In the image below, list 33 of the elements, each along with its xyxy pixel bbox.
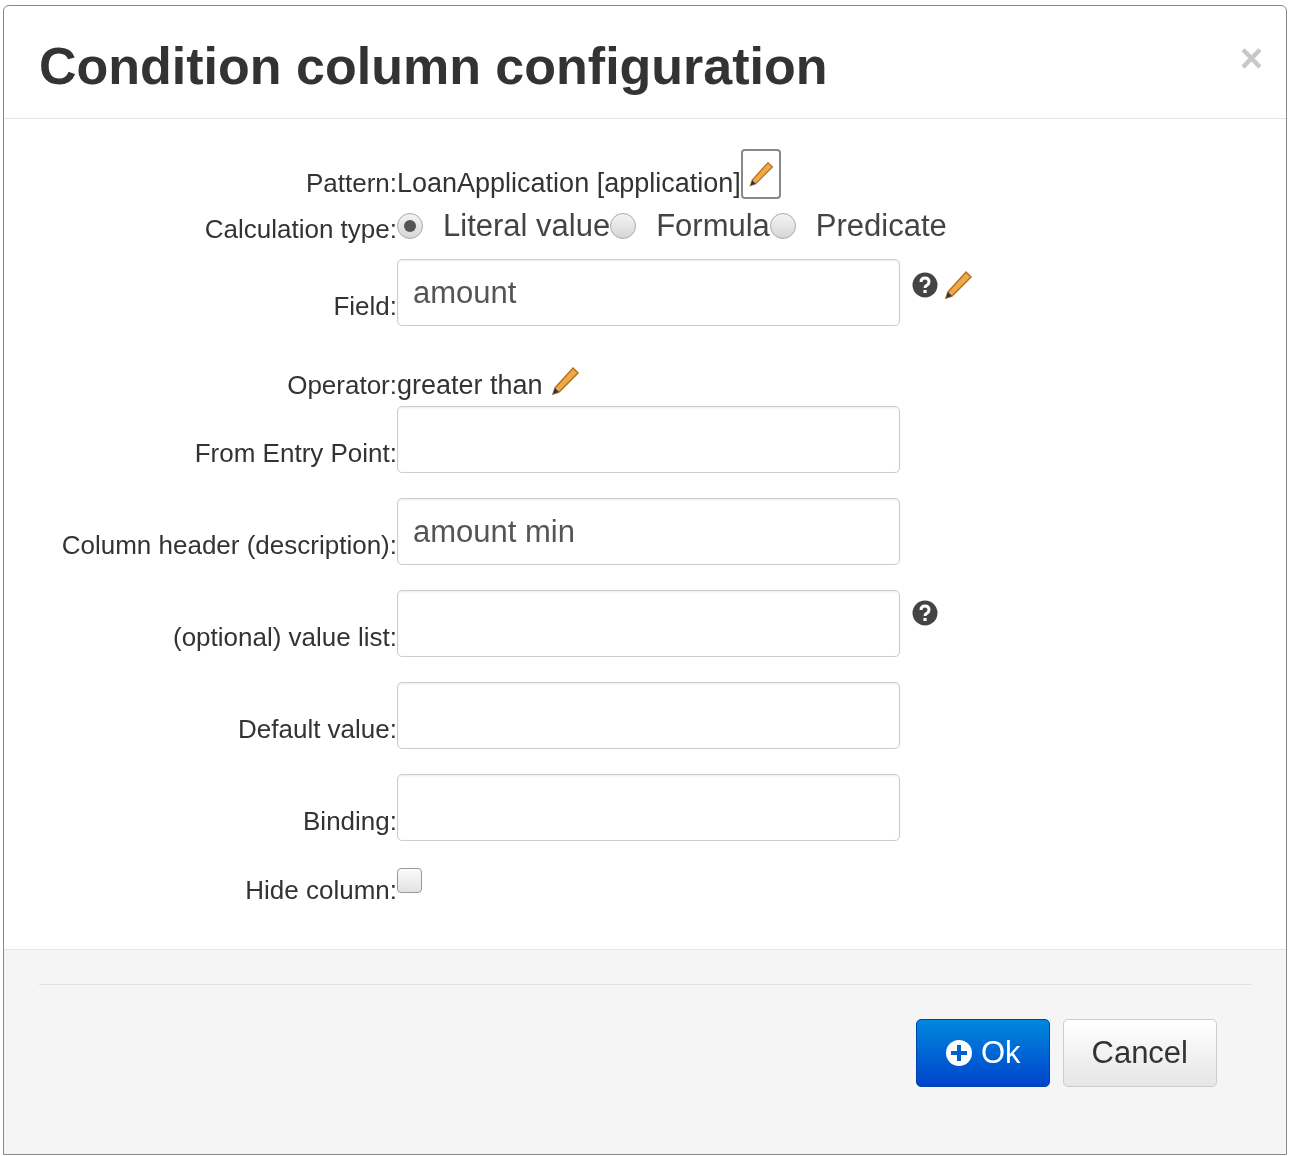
text-field[interactable]	[397, 590, 900, 657]
ok-button[interactable]: Ok	[915, 1019, 1050, 1087]
text-field[interactable]	[397, 774, 900, 841]
field-label: Binding:	[302, 805, 397, 838]
radio-label: Literal value	[443, 206, 611, 245]
radio-label: Formula	[656, 206, 770, 245]
cancel-button[interactable]: Cancel	[1062, 1019, 1217, 1087]
text-field[interactable]	[397, 406, 900, 473]
field-label: (optional) value list:	[172, 621, 397, 654]
radio-label: Predicate	[815, 206, 947, 245]
field-value: LoanApplication [application]	[397, 167, 741, 200]
checkbox[interactable]	[397, 868, 422, 893]
radio-button[interactable]	[610, 213, 637, 239]
field-label: Column header (description):	[60, 529, 397, 562]
help-icon[interactable]	[912, 272, 938, 298]
field-label: Calculation type:	[203, 213, 397, 246]
text-field[interactable]	[397, 682, 900, 749]
help-icon[interactable]	[912, 600, 938, 626]
edit-button[interactable]	[740, 149, 781, 199]
pencil-icon[interactable]	[942, 269, 974, 301]
field-value: greater than	[397, 369, 543, 402]
text-field[interactable]: amount	[397, 259, 900, 326]
field-label: Field:	[332, 290, 397, 323]
field-label: Operator:	[286, 369, 397, 402]
dialog-title: Condition column configuration	[39, 36, 828, 96]
text-field[interactable]: amount min	[397, 498, 900, 565]
radio-button[interactable]	[769, 213, 796, 239]
field-label: Default value:	[237, 713, 397, 746]
field-label: Hide column:	[244, 874, 397, 907]
field-label: Pattern:	[304, 167, 397, 200]
plus-circle-icon	[944, 1039, 973, 1067]
field-label: From Entry Point:	[193, 437, 397, 470]
radio-button[interactable]	[397, 213, 423, 239]
